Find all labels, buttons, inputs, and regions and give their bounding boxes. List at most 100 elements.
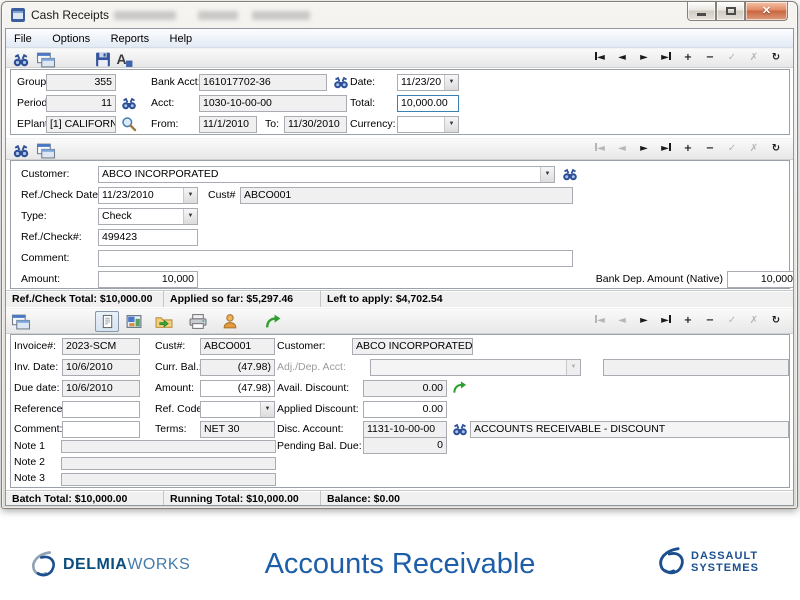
ref-code-combo[interactable]: ▼ — [200, 401, 275, 418]
batch-total-status: Batch Total: $10,000.00 — [6, 491, 164, 506]
find-icon[interactable] — [12, 51, 30, 68]
inv-comment-field[interactable] — [62, 421, 140, 438]
menu-options[interactable]: Options — [44, 30, 98, 45]
date-value: 11/23/2010 — [401, 75, 442, 90]
nav-cancel-button[interactable]: ✗ — [743, 52, 765, 63]
applied-discount-field[interactable]: 0.00 — [363, 401, 447, 418]
nav-prior-button[interactable]: ◄ — [611, 143, 633, 154]
invoice-toolbar: ◄ ◄ ► ► + − ✓ ✗ ↻ — [6, 308, 793, 334]
chevron-down-icon[interactable]: ▼ — [444, 117, 458, 132]
nav-insert-button[interactable]: + — [677, 52, 699, 63]
nav-delete-button[interactable]: − — [699, 315, 721, 326]
notes-toggle-button[interactable] — [95, 311, 119, 332]
eplant-search-icon[interactable] — [121, 116, 137, 132]
nav-first-button[interactable]: ◄ — [589, 315, 611, 326]
inv-customer-field: ABCO INCORPORATED — [352, 338, 473, 355]
nav-next-button[interactable]: ► — [633, 143, 655, 154]
minimize-button[interactable] — [687, 2, 716, 21]
amount-field[interactable]: 10,000 — [98, 271, 198, 288]
nav-refresh-button[interactable]: ↻ — [765, 143, 787, 154]
contact-icon[interactable] — [221, 313, 239, 330]
inv-amount-field[interactable]: (47.98) — [200, 380, 275, 397]
ref-check-date-value: 11/23/2010 — [102, 188, 181, 203]
recall-record-icon[interactable] — [36, 51, 56, 68]
date-label: Date: — [350, 74, 375, 91]
due-date-label: Due date: — [14, 380, 60, 397]
reference-field[interactable] — [62, 401, 140, 418]
nav-insert-button[interactable]: + — [677, 143, 699, 154]
ref-check-no-field[interactable]: 499423 — [98, 229, 198, 246]
batch-header-section: Group# 355 Period: 11 EPlant: [1] CALIFO… — [10, 69, 790, 135]
chevron-down-icon[interactable]: ▼ — [444, 75, 458, 90]
font-sort-icon[interactable]: A — [116, 51, 134, 68]
nav-cancel-button[interactable]: ✗ — [743, 315, 765, 326]
customer-combo[interactable]: ABCO INCORPORATED ▼ — [98, 166, 555, 183]
nav-delete-button[interactable]: − — [699, 143, 721, 154]
nav-last-button[interactable]: ► — [655, 315, 677, 326]
nav-last-button[interactable]: ► — [655, 143, 677, 154]
chevron-down-icon[interactable]: ▼ — [183, 188, 197, 203]
nav-first-button[interactable]: ◄ — [589, 143, 611, 154]
nav-refresh-button[interactable]: ↻ — [765, 52, 787, 63]
notepad-icon — [100, 314, 115, 329]
print-icon[interactable] — [188, 313, 208, 330]
close-button[interactable]: ✕ — [745, 2, 788, 21]
type-label: Type: — [21, 208, 47, 225]
inv-comment-label: Comment: — [14, 421, 62, 438]
export-folder-icon[interactable] — [154, 313, 174, 330]
to-date-field: 11/30/2010 — [284, 116, 347, 133]
title-bar[interactable]: Cash Receipts ✕ — [2, 2, 797, 28]
nav-post-button[interactable]: ✓ — [721, 143, 743, 154]
maximize-button[interactable] — [716, 2, 745, 21]
bank-acct-lookup-icon[interactable] — [333, 74, 349, 90]
bank-dep-field[interactable]: 10,000 — [727, 271, 794, 288]
recall-record-icon[interactable] — [11, 313, 31, 330]
to-label: To: — [265, 116, 279, 133]
date-combo[interactable]: 11/23/2010 ▼ — [397, 74, 459, 91]
nav-cancel-button[interactable]: ✗ — [743, 143, 765, 154]
window-title: Cash Receipts — [31, 8, 109, 22]
period-field: 11 — [46, 95, 116, 112]
menu-reports[interactable]: Reports — [103, 30, 158, 45]
nav-prior-button[interactable]: ◄ — [611, 315, 633, 326]
ref-check-no-label: Ref./Check#: — [21, 229, 82, 246]
nav-next-button[interactable]: ► — [633, 315, 655, 326]
nav-post-button[interactable]: ✓ — [721, 52, 743, 63]
chevron-down-icon[interactable]: ▼ — [540, 167, 554, 182]
type-combo[interactable]: Check ▼ — [98, 208, 198, 225]
nav-first-button[interactable]: ◄ — [589, 52, 611, 63]
cust-no-label: Cust# — [208, 187, 235, 204]
save-icon[interactable] — [94, 51, 112, 68]
currency-combo[interactable]: ▼ — [397, 116, 459, 133]
comment-field[interactable] — [98, 250, 573, 267]
nav-next-button[interactable]: ► — [633, 52, 655, 63]
customer-lookup-icon[interactable] — [562, 166, 578, 182]
menu-file[interactable]: File — [6, 30, 40, 45]
chevron-down-icon[interactable]: ▼ — [260, 402, 274, 417]
total-field[interactable]: 10,000.00 — [397, 95, 459, 112]
nav-prior-button[interactable]: ◄ — [611, 52, 633, 63]
report-icon[interactable] — [125, 313, 143, 330]
bank-acct-label: Bank Acct: — [151, 74, 201, 91]
recall-record-icon[interactable] — [36, 142, 56, 159]
menu-help[interactable]: Help — [162, 30, 201, 45]
period-lookup-icon[interactable] — [121, 95, 137, 111]
nav-last-button[interactable]: ► — [655, 52, 677, 63]
payment-section: Customer: ABCO INCORPORATED ▼ Ref./Check… — [10, 160, 790, 289]
running-total-status: Running Total: $10,000.00 — [164, 491, 321, 506]
ref-code-label: Ref. Code: — [155, 401, 205, 418]
take-discount-icon[interactable] — [452, 380, 467, 395]
nav-insert-button[interactable]: + — [677, 315, 699, 326]
nav-refresh-button[interactable]: ↻ — [765, 315, 787, 326]
disc-account-label: Disc. Account: — [277, 421, 344, 438]
nav-post-button[interactable]: ✓ — [721, 315, 743, 326]
avail-discount-field: 0.00 — [363, 380, 447, 397]
auto-apply-icon[interactable] — [264, 313, 282, 330]
acct-field: 1030-10-00-00 — [199, 95, 347, 112]
disc-account-lookup-icon[interactable] — [452, 421, 468, 437]
chevron-down-icon[interactable]: ▼ — [183, 209, 197, 224]
nav-delete-button[interactable]: − — [699, 52, 721, 63]
acct-label: Acct: — [151, 95, 174, 112]
find-icon[interactable] — [12, 142, 30, 159]
ref-check-date-combo[interactable]: 11/23/2010 ▼ — [98, 187, 198, 204]
